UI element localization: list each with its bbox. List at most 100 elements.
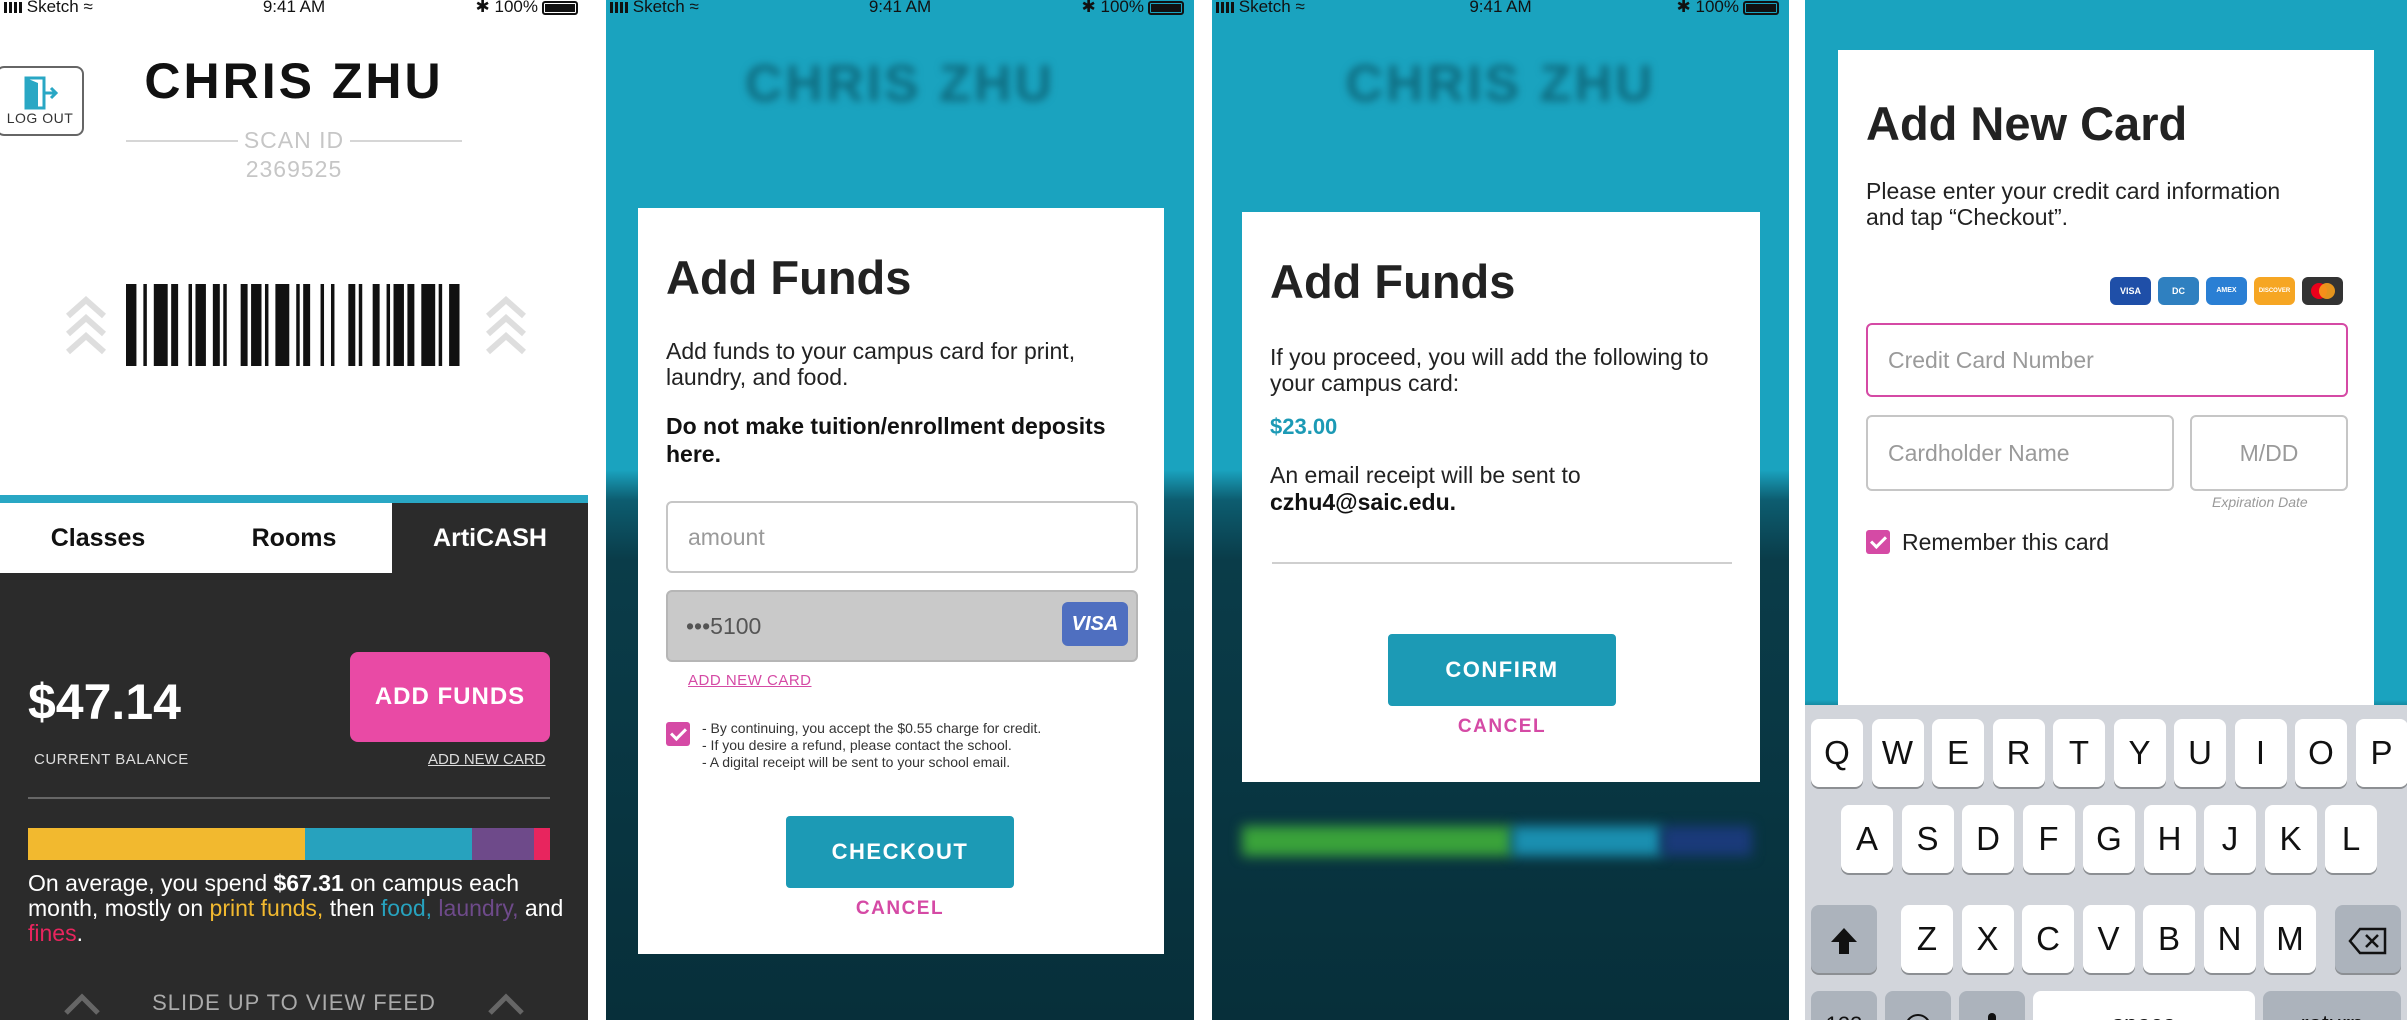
key-t[interactable]: T — [2053, 719, 2105, 787]
remember-card-checkbox[interactable] — [1866, 530, 1890, 554]
space-key[interactable]: space — [2033, 991, 2255, 1020]
chevron-up-icon — [66, 295, 106, 355]
checkout-button[interactable]: CHECKOUT — [786, 816, 1014, 888]
key-g[interactable]: G — [2083, 805, 2135, 873]
key-i[interactable]: I — [2234, 719, 2287, 787]
blurred-bar — [1242, 826, 1512, 856]
key-e[interactable]: E — [1932, 719, 1984, 787]
key-c[interactable]: C — [2022, 905, 2074, 973]
battery-label: 100% — [494, 0, 538, 16]
deposit-warning: Do not make tuition/enrollment deposits … — [666, 413, 1106, 467]
key-m[interactable]: M — [2264, 905, 2316, 973]
tab-rooms[interactable]: Rooms — [196, 503, 392, 573]
diners-icon: DC — [2158, 277, 2199, 305]
battery-icon — [1148, 0, 1184, 15]
spend-then: then — [323, 895, 381, 921]
logout-label: LOG OUT — [6, 110, 74, 126]
tab-articash[interactable]: ArtiCASH — [392, 503, 588, 573]
accepted-cards: VISA DC AMEX DISCOVER — [2110, 277, 2343, 305]
cancel-button[interactable]: CANCEL — [1388, 716, 1616, 738]
chevron-up-icon — [486, 295, 526, 355]
modal-title: Add Funds — [666, 251, 912, 304]
spending-segment-laundry — [471, 828, 535, 860]
amount-input[interactable]: amount — [666, 501, 1138, 573]
dictation-key[interactable] — [1959, 991, 2025, 1020]
emoji-icon — [1907, 1014, 1929, 1020]
scan-id-value: 2369525 — [245, 156, 343, 182]
emoji-key[interactable] — [1885, 991, 1951, 1020]
modal-description: Please enter your credit card informatio… — [1866, 178, 2281, 230]
key-d[interactable]: D — [1962, 805, 2014, 873]
backspace-key[interactable] — [2335, 905, 2401, 973]
battery: ✱ 100% — [476, 0, 578, 17]
microphone-icon — [1988, 1013, 1996, 1020]
receipt-email: czhu4@saic.edu. — [1270, 489, 1457, 515]
terms-line: - A digital receipt will be sent to your… — [702, 754, 1011, 770]
key-s[interactable]: S — [1901, 805, 1954, 873]
card-number-masked: •••5100 — [686, 613, 762, 639]
status-bar: Sketch ≈ 9:41 AM ✱ 100% — [606, 0, 1194, 20]
spend-prefix: On average, you spend — [28, 870, 274, 896]
key-l[interactable]: L — [2325, 805, 2377, 873]
battery-icon — [1743, 0, 1779, 15]
return-key[interactable]: return — [2263, 991, 2401, 1020]
key-u[interactable]: U — [2174, 719, 2226, 787]
key-h[interactable]: H — [2143, 805, 2196, 873]
funds-amount: $23.00 — [1270, 414, 1338, 439]
confirm-button[interactable]: CONFIRM — [1388, 634, 1616, 706]
key-y[interactable]: Y — [2113, 719, 2166, 787]
spending-segment-food — [304, 828, 472, 860]
key-j[interactable]: J — [2204, 805, 2256, 873]
shift-key[interactable] — [1811, 905, 1877, 973]
campus-card-screen: Sketch ≈ 9:41 AM ✱ 100% LOG OUT CHRIS ZH… — [0, 0, 588, 1020]
modal-title: Add Funds — [1270, 255, 1516, 308]
add-new-card-link[interactable]: ADD NEW CARD — [688, 672, 812, 689]
terms-line: - If you desire a refund, please contact… — [702, 737, 1012, 753]
modal-description: Add funds to your campus card for print,… — [666, 338, 1076, 390]
cardholder-name-input[interactable]: Cardholder Name — [1866, 415, 2174, 491]
card-number-input[interactable]: Credit Card Number — [1866, 323, 2348, 397]
tab-classes[interactable]: Classes — [0, 503, 196, 573]
spend-and: and — [518, 895, 564, 921]
spend-print: print funds, — [209, 895, 324, 921]
visa-icon: VISA — [1062, 602, 1128, 646]
key-f[interactable]: F — [2022, 805, 2075, 873]
key-x[interactable]: X — [1961, 905, 2014, 973]
add-funds-button[interactable]: ADD FUNDS — [350, 652, 550, 742]
key-q[interactable]: Q — [1811, 719, 1863, 787]
add-funds-modal: Add Funds Add funds to your campus card … — [638, 208, 1164, 954]
tab-bar: Classes Rooms ArtiCASH — [0, 495, 588, 573]
visa-icon: VISA — [2110, 277, 2151, 305]
key-a[interactable]: A — [1841, 805, 1893, 873]
shift-icon — [1831, 928, 1857, 955]
scan-id-label: SCAN ID — [243, 127, 345, 153]
cancel-button[interactable]: CANCEL — [786, 898, 1014, 920]
spend-laundry: laundry, — [438, 895, 519, 921]
key-n[interactable]: N — [2203, 905, 2256, 973]
key-p[interactable]: P — [2355, 719, 2407, 787]
expiry-input[interactable]: M/DD — [2190, 415, 2348, 491]
modal-title: Add New Card — [1866, 97, 2188, 150]
key-k[interactable]: K — [2264, 805, 2317, 873]
key-o[interactable]: O — [2295, 719, 2347, 787]
terms-checkbox[interactable] — [666, 722, 690, 746]
battery-icon — [542, 0, 578, 15]
card-select[interactable]: •••5100 VISA — [666, 590, 1138, 662]
keyboard: QWERTYUIOP ASDFGHJKL ZXCVBNM 123 space r… — [1805, 705, 2407, 1020]
key-v[interactable]: V — [2082, 905, 2135, 973]
balance-caption: CURRENT BALANCE — [34, 751, 189, 768]
add-new-card-link[interactable]: ADD NEW CARD — [428, 751, 546, 768]
battery-label: 100% — [1695, 0, 1739, 16]
spending-segment-fines — [534, 828, 550, 860]
backspace-icon — [2348, 928, 2387, 955]
blurred-bar — [1662, 826, 1752, 856]
key-z[interactable]: Z — [1901, 905, 1953, 973]
numbers-key[interactable]: 123 — [1811, 991, 1877, 1020]
key-r[interactable]: R — [1992, 719, 2045, 787]
discover-icon: DISCOVER — [2254, 277, 2295, 305]
articash-panel: $47.14 CURRENT BALANCE ADD FUNDS ADD NEW… — [0, 573, 588, 1020]
confirm-modal: Add Funds If you proceed, you will add t… — [1242, 212, 1760, 782]
key-b[interactable]: B — [2143, 905, 2195, 973]
key-w[interactable]: W — [1871, 719, 1924, 787]
modal-description: If you proceed, you will add the followi… — [1270, 344, 1709, 396]
